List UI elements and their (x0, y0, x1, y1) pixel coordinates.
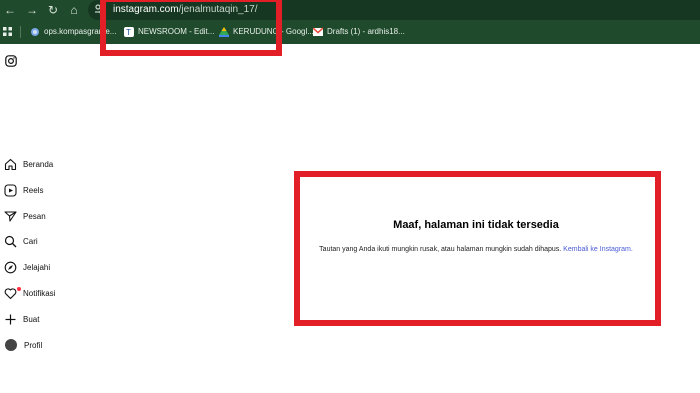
sidebar-item-reels[interactable]: Reels (4, 182, 43, 198)
avatar (5, 339, 17, 351)
sidebar-item-profil[interactable]: Profil (4, 337, 42, 353)
home-browser-icon[interactable]: ⌂ (66, 2, 82, 18)
messages-icon (4, 210, 17, 222)
sidebar-item-cari[interactable]: Cari (4, 233, 38, 249)
sidebar-item-pesan[interactable]: Pesan (4, 208, 46, 224)
search-icon (4, 235, 17, 247)
notification-dot (17, 287, 21, 291)
bookmark-item[interactable]: Drafts (1) - ardhis18... (313, 25, 405, 39)
forward-arrow-icon[interactable]: → (24, 2, 40, 18)
reels-icon (4, 183, 17, 197)
explore-icon (4, 261, 17, 273)
gmail-icon (313, 27, 323, 36)
plus-icon (5, 314, 16, 324)
sidebar-item-notifikasi[interactable]: Notifikasi (4, 285, 55, 301)
url-highlight-box (100, 0, 282, 56)
apps-grid-icon[interactable] (3, 27, 12, 36)
sidebar-item-buat[interactable]: Buat (4, 311, 39, 327)
sidebar-item-jelajahi[interactable]: Jelajahi (4, 259, 50, 275)
home-icon (4, 158, 17, 170)
globe-icon (31, 28, 39, 36)
back-arrow-icon[interactable]: ← (2, 2, 18, 18)
message-highlight-box (294, 171, 661, 326)
heart-icon (4, 287, 17, 299)
sidebar-item-beranda[interactable]: Beranda (4, 156, 53, 172)
reload-icon[interactable]: ↻ (45, 2, 61, 18)
instagram-logo-icon[interactable] (5, 55, 17, 67)
bookmark-divider (20, 26, 21, 38)
